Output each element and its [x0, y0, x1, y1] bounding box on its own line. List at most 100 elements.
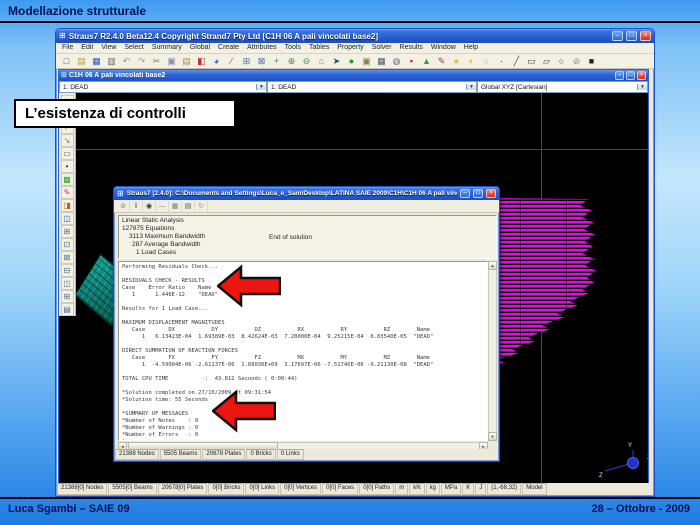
app-logo-icon: ⊞ — [59, 32, 66, 40]
solver-log-area[interactable]: Performing Residuals Check... RESIDUALS … — [118, 261, 488, 441]
menu-item[interactable]: Solver — [368, 43, 396, 53]
status-segment: 0[0] Links — [245, 483, 279, 495]
model-close-button[interactable]: × — [637, 71, 646, 80]
grid-g-icon[interactable]: ▤ — [61, 303, 74, 316]
model-window-titlebar[interactable]: ⊞ C1H 06 A pali vincolati base2 – □ × — [59, 70, 648, 81]
attach-icon[interactable]: ⊘ — [569, 55, 584, 68]
quad-tool-icon[interactable]: ▱ — [539, 55, 554, 68]
split-view-icon[interactable]: ◫ — [61, 212, 74, 225]
pause-solve-icon[interactable]: ‖ — [130, 201, 143, 212]
rect-tool-icon[interactable]: ▭ — [524, 55, 539, 68]
stop-solve-icon[interactable]: ⊘ — [117, 201, 130, 212]
select-pointer-icon[interactable]: ➤ — [329, 55, 344, 68]
app-maximize-button[interactable]: □ — [626, 31, 637, 41]
half-plate-icon[interactable]: ◨ — [61, 199, 74, 212]
menu-item[interactable]: Attributes — [243, 43, 281, 53]
render-icon[interactable]: ◍ — [389, 55, 404, 68]
table-icon[interactable]: ▦ — [169, 201, 182, 212]
dropdown-icon[interactable]: ▼ — [256, 84, 266, 90]
circle-tool-icon[interactable]: ○ — [554, 55, 569, 68]
open-file-icon[interactable]: ▤ — [74, 55, 89, 68]
mesh-icon[interactable]: ▩ — [61, 173, 74, 186]
menu-item[interactable]: Property — [333, 43, 367, 53]
draw-line-icon[interactable]: ∕ — [224, 55, 239, 68]
model-maximize-button[interactable]: □ — [626, 71, 635, 80]
grid-d-icon[interactable]: ⊟ — [61, 264, 74, 277]
menu-item[interactable]: Edit — [77, 43, 97, 53]
solver-close-button[interactable]: × — [486, 189, 496, 198]
axes-combo[interactable]: Global XYZ [Cartesian] ▼ — [477, 81, 648, 93]
menu-item[interactable]: View — [97, 43, 120, 53]
menu-item[interactable]: Window — [427, 43, 460, 53]
slide: Modellazione strutturale ⊞ Straus7 R2.4.… — [0, 0, 700, 525]
status-segment: 21388[0] Nodes — [57, 483, 107, 495]
grid-a-icon[interactable]: ⊞ — [61, 225, 74, 238]
paste-icon[interactable]: ▤ — [179, 55, 194, 68]
grid-b-icon[interactable]: ⊡ — [61, 238, 74, 251]
copy-icon[interactable]: ▣ — [164, 55, 179, 68]
menu-item[interactable]: Tables — [305, 43, 333, 53]
menu-item[interactable]: Results — [396, 43, 427, 53]
menu-item[interactable]: Create — [214, 43, 243, 53]
show-plates-icon[interactable]: ◕ — [209, 55, 224, 68]
line-tool-icon[interactable]: ╱ — [509, 55, 524, 68]
entity-grid-icon[interactable]: ▦ — [374, 55, 389, 68]
frame-icon[interactable]: ▭ — [61, 147, 74, 160]
menu-item[interactable]: Summary — [148, 43, 186, 53]
model-minimize-button[interactable]: – — [615, 71, 624, 80]
pencil-icon[interactable]: ✎ — [434, 55, 449, 68]
new-file-icon[interactable]: □ — [59, 55, 74, 68]
undo-icon[interactable]: ↶ — [119, 55, 134, 68]
scroll-up-icon[interactable]: ▲ — [488, 261, 497, 270]
menu-item[interactable]: Tools — [281, 43, 305, 53]
grid-c-icon[interactable]: ⊠ — [61, 251, 74, 264]
show-beams-icon[interactable]: ◧ — [194, 55, 209, 68]
solver-minimize-button[interactable]: – — [460, 189, 470, 198]
menu-item[interactable]: File — [58, 43, 77, 53]
solver-maximize-button[interactable]: □ — [473, 189, 483, 198]
zoom-box-icon[interactable]: ⊞ — [239, 55, 254, 68]
app-menubar: FileEditViewSelectSummaryGlobalCreateAtt… — [56, 43, 654, 54]
flask-icon[interactable]: ▲ — [419, 55, 434, 68]
dropdown-icon[interactable]: ▼ — [637, 84, 647, 90]
zoom-out-box-icon[interactable]: ⊠ — [254, 55, 269, 68]
cut-icon[interactable]: ✂ — [149, 55, 164, 68]
menu-item[interactable]: Select — [120, 43, 147, 53]
light-half-icon[interactable]: ◐ — [464, 55, 479, 68]
light-off-icon[interactable]: ○ — [479, 55, 494, 68]
menu-item[interactable]: Help — [460, 43, 482, 53]
node-icon[interactable]: • — [61, 160, 74, 173]
light-on-icon[interactable]: ● — [449, 55, 464, 68]
zoom-in-icon[interactable]: ⊕ — [284, 55, 299, 68]
point-tool-icon[interactable]: · — [494, 55, 509, 68]
solver-titlebar[interactable]: ⊞ Straus7 [2.4.0]: C:\Documents and Sett… — [114, 187, 499, 200]
status-segment: 20678 Plates — [202, 449, 245, 460]
menu-item[interactable]: Global — [186, 43, 214, 53]
save-icon[interactable]: ▦ — [89, 55, 104, 68]
dash-icon[interactable]: — — [156, 201, 169, 212]
print-log-icon[interactable]: ▤ — [182, 201, 195, 212]
app-titlebar[interactable]: ⊞ Straus7 R2.4.0 Beta12.4 Copyright Stra… — [56, 29, 654, 43]
grid-f-icon[interactable]: ⊞ — [61, 290, 74, 303]
grid-e-icon[interactable]: ◫ — [61, 277, 74, 290]
solid-fill-icon[interactable]: ■ — [584, 55, 599, 68]
globe-icon[interactable]: ● — [344, 55, 359, 68]
zoom-out-icon[interactable]: ⊖ — [299, 55, 314, 68]
print-icon[interactable]: ▥ — [104, 55, 119, 68]
result-case-combo[interactable]: 1: DEAD ▼ — [267, 81, 477, 93]
scroll-down-icon[interactable]: ▼ — [488, 432, 497, 441]
edit-icon[interactable]: ✎ — [61, 186, 74, 199]
app-minimize-button[interactable]: – — [612, 31, 623, 41]
iso-view-icon[interactable]: ↘ — [61, 134, 74, 147]
log-vertical-scrollbar[interactable]: ▲ ▼ — [488, 261, 497, 441]
pan-icon[interactable]: + — [269, 55, 284, 68]
redo-icon[interactable]: ↷ — [134, 55, 149, 68]
dropdown-icon[interactable]: ▼ — [466, 84, 476, 90]
record-icon[interactable]: ◉ — [143, 201, 156, 212]
refresh-icon[interactable]: ↻ — [195, 201, 208, 212]
load-case-combo[interactable]: 1: DEAD ▼ — [59, 81, 267, 93]
zoom-extents-icon[interactable]: ⌂ — [314, 55, 329, 68]
node-flag-icon[interactable]: ▪ — [404, 55, 419, 68]
app-close-button[interactable]: × — [640, 31, 651, 41]
cube-icon[interactable]: ▣ — [359, 55, 374, 68]
